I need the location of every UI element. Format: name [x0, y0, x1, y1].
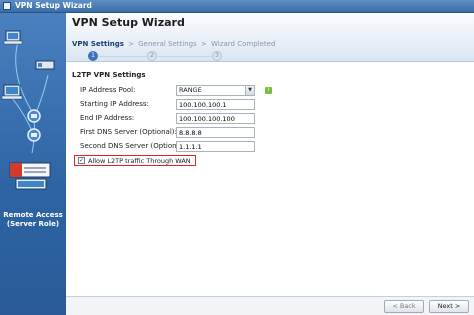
server-role-label: Remote Access (Server Role): [0, 211, 66, 229]
info-icon[interactable]: i: [265, 87, 272, 94]
start-ip-input[interactable]: [176, 99, 255, 110]
step-1-indicator: 1: [88, 51, 98, 61]
start-ip-label: Starting IP Address:: [80, 100, 149, 108]
back-button[interactable]: < Back: [384, 300, 424, 313]
step-wizard-completed: Wizard Completed: [211, 40, 276, 48]
ip-pool-select[interactable]: RANGE ▼: [176, 85, 255, 96]
sidebar-illustration: Remote Access (Server Role): [0, 13, 66, 315]
step-separator: >: [201, 40, 207, 48]
end-ip-label: End IP Address:: [80, 114, 135, 122]
wizard-footer: < Back Next >: [66, 296, 474, 315]
step-general-settings: General Settings: [138, 40, 197, 48]
second-dns-input[interactable]: [176, 141, 255, 152]
wizard-main: VPN Setup Wizard VPN Settings > General …: [66, 13, 474, 315]
ip-pool-label: IP Address Pool:: [80, 86, 136, 94]
step-3-indicator: 3: [212, 51, 222, 61]
allow-wan-label[interactable]: Allow L2TP traffic Through WAN: [88, 157, 191, 165]
allow-wan-highlight: ✓ Allow L2TP traffic Through WAN: [74, 155, 196, 166]
server-role-line2: (Server Role): [6, 220, 60, 228]
step-separator: >: [128, 40, 134, 48]
step-2-indicator: 2: [147, 51, 157, 61]
allow-wan-checkbox[interactable]: ✓: [78, 157, 85, 164]
step-vpn-settings: VPN Settings: [72, 40, 124, 48]
wizard-steps: VPN Settings > General Settings > Wizard…: [72, 40, 275, 48]
step-connector: [99, 56, 147, 57]
app-icon: [3, 2, 11, 10]
end-ip-input[interactable]: [176, 113, 255, 124]
window-titlebar: VPN Setup Wizard: [0, 0, 474, 13]
first-dns-input[interactable]: [176, 127, 255, 138]
chevron-down-icon[interactable]: ▼: [245, 86, 254, 95]
server-role-line1: Remote Access: [3, 211, 63, 219]
page-title: VPN Setup Wizard: [72, 16, 185, 29]
first-dns-label: First DNS Server (Optional):: [80, 128, 177, 136]
section-title: L2TP VPN Settings: [72, 71, 146, 79]
network-diagram-icon: [1, 30, 55, 190]
wizard-header: VPN Setup Wizard VPN Settings > General …: [66, 13, 474, 62]
next-button[interactable]: Next >: [429, 300, 469, 313]
ip-pool-value: RANGE: [179, 86, 202, 94]
step-connector: [158, 56, 212, 57]
window-title: VPN Setup Wizard: [15, 1, 92, 10]
second-dns-label: Second DNS Server (Optional):: [80, 142, 188, 150]
